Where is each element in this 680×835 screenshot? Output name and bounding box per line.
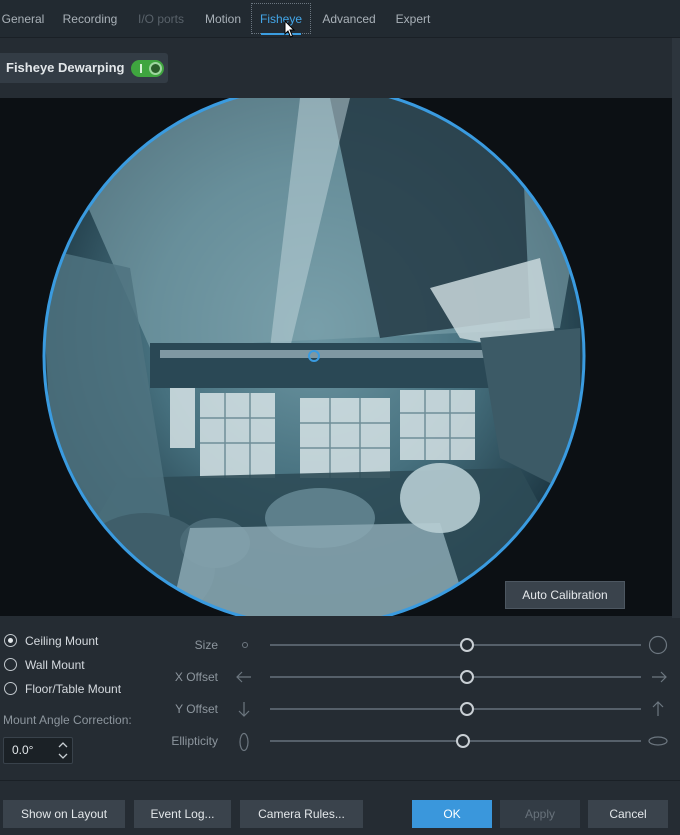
chevron-down-icon[interactable]: [58, 751, 68, 761]
event-log-button[interactable]: Event Log...: [134, 800, 231, 828]
ellipticity-slider[interactable]: [270, 734, 641, 748]
mount-angle-label: Mount Angle Correction:: [3, 713, 132, 727]
mouse-cursor-icon: [284, 20, 296, 38]
mount-angle-value: 0.0°: [12, 743, 34, 757]
fisheye-dewarping-toggle[interactable]: [131, 60, 164, 77]
fisheye-dewarping-row: Fisheye Dewarping: [0, 53, 168, 83]
arrow-right-icon: [652, 671, 667, 683]
tab-expert[interactable]: Expert: [390, 0, 436, 37]
auto-calibration-button[interactable]: Auto Calibration: [505, 581, 625, 609]
y-offset-slider-thumb[interactable]: [459, 702, 474, 716]
tab-io-ports: I/O ports: [137, 12, 184, 26]
large-circle-icon: [648, 635, 668, 655]
radio-label: Wall Mount: [25, 658, 85, 672]
vertical-ellipse-icon: [239, 732, 249, 752]
small-circle-icon: [242, 642, 248, 648]
tab-fisheye[interactable]: Fisheye: [251, 0, 311, 37]
tab-focus-outline: [251, 3, 311, 34]
ok-button[interactable]: OK: [412, 800, 492, 828]
radio-label: Floor/Table Mount: [25, 682, 122, 696]
x-offset-label: X Offset: [174, 670, 218, 684]
tab-general[interactable]: General: [0, 0, 46, 37]
apply-button: Apply: [500, 800, 580, 828]
arrow-left-icon: [236, 671, 251, 683]
arrow-up-icon: [652, 701, 664, 716]
size-label: Size: [194, 638, 218, 652]
cancel-button[interactable]: Cancel: [588, 800, 668, 828]
x-offset-slider-thumb[interactable]: [459, 670, 474, 684]
tab-advanced[interactable]: Advanced: [316, 0, 382, 37]
radio-button[interactable]: [4, 658, 17, 671]
tab-recording[interactable]: Recording: [56, 0, 124, 37]
camera-rules-button[interactable]: Camera Rules...: [240, 800, 363, 828]
tab-bar: General Recording I/O ports Motion Fishe…: [0, 0, 680, 38]
chevron-up-icon[interactable]: [58, 740, 68, 750]
toggle-on-mark: [140, 64, 142, 73]
size-slider-thumb[interactable]: [459, 638, 474, 652]
fisheye-image: [42, 98, 586, 616]
arrow-down-icon: [238, 702, 250, 717]
horizontal-ellipse-icon: [648, 736, 668, 746]
show-on-layout-button[interactable]: Show on Layout: [3, 800, 125, 828]
tab-motion[interactable]: Motion: [199, 0, 247, 37]
fisheye-dewarping-label: Fisheye Dewarping: [6, 60, 125, 75]
ceiling-mount-option[interactable]: Ceiling Mount: [4, 632, 114, 650]
y-offset-label: Y Offset: [175, 702, 218, 716]
fisheye-settings-panel: Ceiling Mount Wall Mount Floor/Table Mou…: [0, 618, 680, 781]
floor-table-mount-option[interactable]: Floor/Table Mount: [4, 680, 134, 698]
x-offset-slider[interactable]: [270, 670, 641, 684]
wall-mount-option[interactable]: Wall Mount: [4, 656, 104, 674]
radio-label: Ceiling Mount: [25, 634, 99, 648]
ellipticity-slider-thumb[interactable]: [455, 734, 470, 748]
mount-angle-spinbox[interactable]: 0.0°: [3, 737, 73, 764]
y-offset-slider[interactable]: [270, 702, 641, 716]
fisheye-video-preview[interactable]: [0, 98, 672, 616]
ellipticity-label: Ellipticity: [171, 734, 218, 748]
radio-button[interactable]: [4, 682, 17, 695]
radio-button[interactable]: [4, 634, 17, 647]
toggle-knob: [149, 62, 162, 75]
size-slider[interactable]: [270, 638, 641, 652]
